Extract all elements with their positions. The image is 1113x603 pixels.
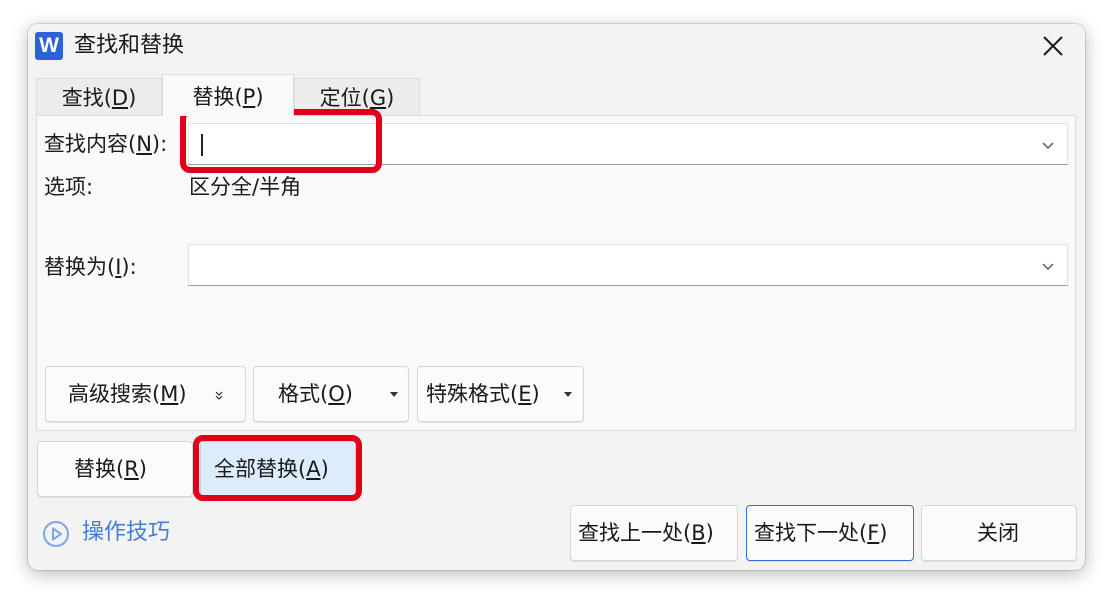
tab-goto-key: G: [369, 86, 387, 110]
title-bar: W 查找和替换: [28, 24, 1085, 68]
replace-all-key: A: [306, 457, 321, 481]
find-next-key: F: [867, 521, 880, 545]
wps-writer-icon: W: [35, 32, 63, 60]
replace-all-label-pre: 全部替换(: [214, 457, 307, 481]
find-what-label-pre: 查找内容(: [44, 132, 137, 156]
dialog-title: 查找和替换: [74, 33, 185, 58]
tab-find[interactable]: 查找(D): [36, 78, 162, 116]
tab-replace-key: P: [242, 85, 256, 109]
chevron-down-icon[interactable]: [1039, 136, 1057, 154]
tab-find-label-post: ): [128, 86, 137, 110]
tab-find-key: D: [111, 86, 129, 110]
replace-with-label-pre: 替换为(: [44, 255, 116, 279]
close-dialog-button[interactable]: 关闭: [921, 505, 1077, 561]
special-format-key: E: [518, 382, 532, 406]
special-format-label-post: ): [531, 382, 540, 406]
options-label: 选项:: [44, 175, 94, 199]
format-button[interactable]: 格式(O): [253, 366, 409, 422]
find-next-label-pre: 查找下一处(: [754, 521, 868, 545]
chevron-down-icon[interactable]: [1039, 257, 1057, 275]
format-label-post: ): [344, 382, 353, 406]
find-previous-button[interactable]: 查找上一处(B): [570, 505, 738, 561]
tab-replace-label-pre: 替换(: [192, 85, 243, 109]
advanced-search-label-post: ): [178, 382, 187, 406]
operation-tips-label: 操作技巧: [82, 520, 171, 545]
find-previous-label-pre: 查找上一处(: [578, 521, 692, 545]
special-format-button[interactable]: 特殊格式(E): [417, 366, 584, 422]
find-next-label-post: ): [879, 521, 888, 545]
format-key: O: [328, 382, 345, 406]
advanced-search-button[interactable]: 高级搜索(M): [45, 366, 246, 422]
replace-label-pre: 替换(: [74, 457, 125, 481]
replace-key: R: [124, 457, 139, 481]
find-what-key: N: [136, 132, 152, 156]
replace-with-input[interactable]: [188, 244, 1068, 286]
replace-with-label-post: ):: [121, 255, 137, 279]
find-what-input[interactable]: [188, 123, 1068, 165]
format-label-pre: 格式(: [278, 382, 329, 406]
play-circle-icon: [43, 521, 69, 547]
dropdown-arrow-icon: [390, 392, 398, 397]
find-previous-label-post: ): [705, 521, 714, 545]
find-next-button[interactable]: 查找下一处(F): [746, 505, 914, 561]
tab-goto-label-post: ): [386, 86, 395, 110]
tab-goto-label-pre: 定位(: [319, 86, 370, 110]
find-previous-key: B: [691, 521, 706, 545]
special-format-label-pre: 特殊格式(: [426, 382, 519, 406]
advanced-search-label-pre: 高级搜索(: [68, 382, 161, 406]
expand-down-icon: [215, 391, 223, 400]
tab-replace-label-post: ): [255, 85, 264, 109]
close-dialog-label: 关闭: [977, 521, 1019, 545]
tab-replace[interactable]: 替换(P): [162, 74, 294, 116]
find-replace-dialog: W 查找和替换 查找(D) 替换(P) 定位(G) 查找内容(N): 选项: 区…: [28, 24, 1085, 570]
replace-label-post: ): [138, 457, 147, 481]
find-what-label-post: ):: [151, 132, 168, 156]
tab-goto[interactable]: 定位(G): [294, 78, 420, 116]
replace-with-label: 替换为(I):: [44, 254, 137, 280]
advanced-search-key: M: [160, 382, 179, 406]
replace-all-label-post: ): [320, 457, 329, 481]
find-what-label: 查找内容(N):: [44, 131, 167, 157]
replace-panel: 查找内容(N): 选项: 区分全/半角 替换为(I): 高级搜索(M) 格式(O…: [36, 115, 1076, 431]
tab-find-label-pre: 查找(: [61, 86, 112, 110]
dropdown-arrow-icon: [564, 392, 572, 397]
replace-all-button[interactable]: 全部替换(A): [200, 441, 356, 497]
close-button[interactable]: [1023, 24, 1085, 68]
close-icon: [1043, 36, 1063, 56]
options-value: 区分全/半角: [189, 175, 302, 199]
replace-button[interactable]: 替换(R): [37, 441, 193, 497]
text-cursor: [201, 134, 203, 156]
